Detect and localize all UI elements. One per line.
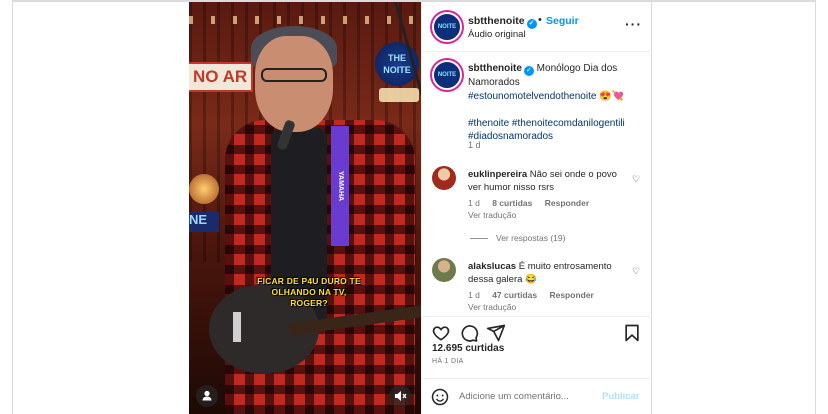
verified-badge-icon: ✓ [523,66,534,76]
post-action-bar [422,316,653,346]
comment-reply-button[interactable]: Responder [545,198,589,208]
comment-reply-button[interactable]: Responder [549,290,593,300]
comment-text-block: alakslucas É muito entrosamento dessa ga… [468,260,628,286]
comment-text-block: euklinpereira Não sei onde o povo ver hu… [468,168,628,194]
mute-icon[interactable] [389,385,411,407]
comment-username[interactable]: euklinpereira [468,169,527,180]
post-side-panel: NOITE sbtthenoite ✓ • Seguir Áudio origin… [421,2,653,414]
guitar-pickups [233,312,241,342]
likes-count[interactable]: 12.695 curtidas [432,343,504,354]
comment-time: 1 d [468,290,480,300]
video-lamp [379,88,419,102]
caption-hashtag-motel[interactable]: #estounomotelvendothenoite [468,91,596,102]
header-username-row[interactable]: sbtthenoite ✓ [468,15,537,29]
comment-translate-link[interactable]: Ver tradução [468,302,516,312]
person-face [255,36,333,132]
caption-text-block: sbtthenoite ✓ Monólogo Dia dos Namorados … [468,62,643,144]
add-comment-bar: Adicione um comentário... Publicar [422,378,653,414]
video-shelf-light [189,174,219,204]
header-dot-separator: • [538,14,542,26]
no-ar-sign: NO AR [189,62,253,92]
comment-meta: 1 d 47 curtidas Responder [468,290,604,300]
verified-badge-icon: ✓ [526,19,537,29]
comment-like-heart-icon[interactable]: ♡ [632,174,640,185]
comment-icon[interactable] [459,323,479,343]
user-tag-icon[interactable] [196,385,218,407]
caption-hashtags[interactable]: #thenoite #thenoitecomdanilogentili #dia… [468,118,625,143]
post-header: NOITE sbtthenoite ✓ • Seguir Áudio origin… [422,2,653,52]
more-options-icon[interactable]: ··· [625,16,642,32]
comment-likes[interactable]: 8 curtidas [492,198,532,208]
bookmark-icon[interactable] [622,323,642,343]
person-glasses [261,68,327,82]
video-subtitle: FICAR DE P4U DURO TE OLHANDO NA TV, ROGE… [257,276,361,308]
reel-video[interactable]: NO AR THE NOITE NE YAMAHA FICAR DE P4U D… [189,2,421,414]
comment-translate-link[interactable]: Ver tradução [468,210,516,220]
comment-avatar[interactable] [432,258,456,282]
caption-emoji: 😍💘 [599,90,625,102]
view-replies-button[interactable]: Ver respostas (19) [470,233,565,243]
post-caption: NOITE sbtthenoite ✓ Monólogo Dia dos Namo… [422,52,653,156]
account-avatar[interactable]: NOITE [432,12,462,42]
replies-divider [470,238,488,240]
original-audio-link[interactable]: Áudio original [468,29,526,40]
comment-input[interactable]: Adicione um comentário... [459,391,569,402]
caption-timestamp: 1 d [468,140,481,150]
comment-avatar[interactable] [432,166,456,190]
publish-button[interactable]: Publicar [602,391,640,402]
comment-like-heart-icon[interactable]: ♡ [632,266,640,277]
header-username[interactable]: sbtthenoite [468,15,525,27]
comment-likes[interactable]: 47 curtidas [492,290,537,300]
comment-item: euklinpereira Não sei onde o povo ver hu… [422,166,653,226]
posted-time: HÁ 1 DIA [432,358,464,365]
comment-time: 1 d [468,198,480,208]
emoji-icon[interactable] [431,388,451,408]
comment-meta: 1 d 8 curtidas Responder [468,198,599,208]
heart-icon[interactable] [431,323,451,343]
caption-avatar[interactable]: NOITE [432,60,462,90]
video-shelf-sign: NE [189,212,219,232]
comment-item: alakslucas É muito entrosamento dessa ga… [422,258,653,318]
caption-username[interactable]: sbtthenoite [468,63,522,74]
view-replies-label[interactable]: Ver respostas (19) [496,233,565,243]
page-frame-left [12,0,13,414]
share-icon[interactable] [486,323,506,343]
page-frame-right [815,0,816,414]
comment-username[interactable]: alakslucas [468,261,516,272]
follow-button[interactable]: Seguir [546,15,579,27]
guitar-strap: YAMAHA [331,126,349,246]
video-string-lights [189,16,421,24]
